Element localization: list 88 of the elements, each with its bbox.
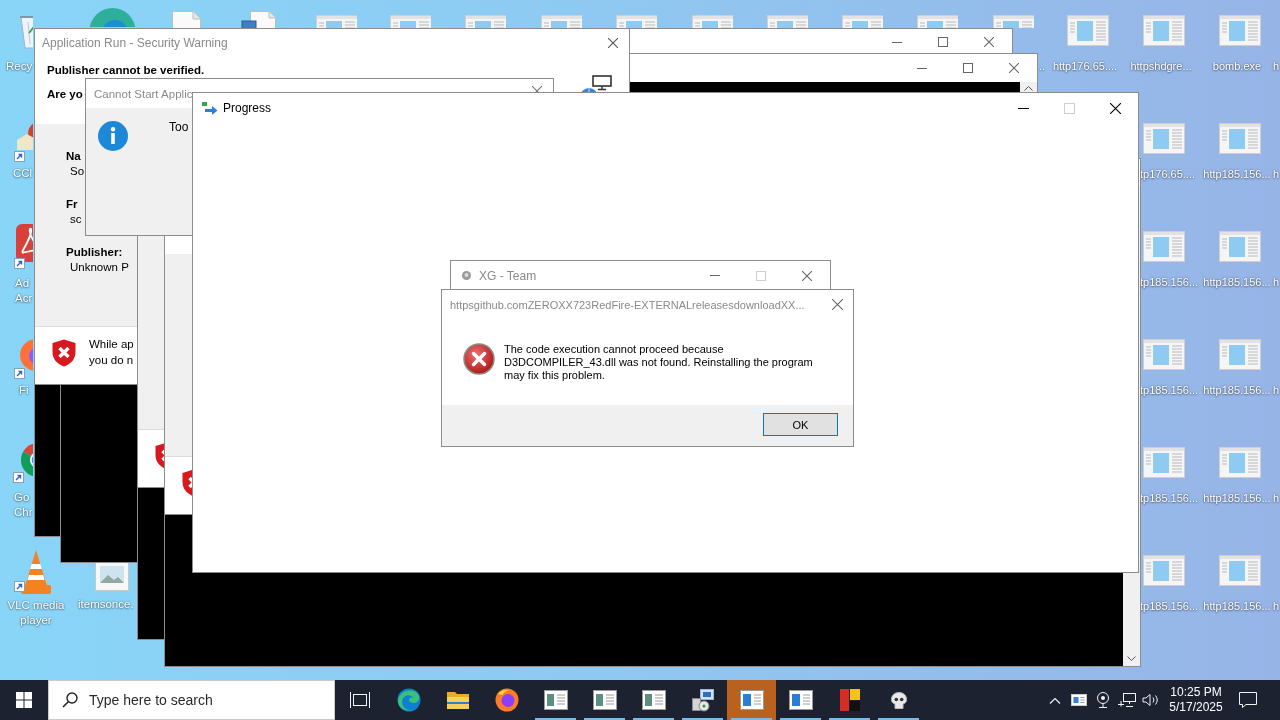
window-icon (788, 690, 813, 710)
window-title: XG - Team (479, 268, 537, 283)
maximize-icon (938, 37, 948, 47)
app-shortcut-icon[interactable] (14, 222, 33, 270)
clock-button[interactable]: 10:25 PM 5/17/2025 (1163, 680, 1229, 720)
minimize-icon (917, 67, 927, 69)
task-view-icon (349, 692, 370, 708)
field-label: Fr (66, 197, 78, 212)
error-icon (463, 343, 495, 375)
close-icon (984, 37, 994, 47)
tiles-icon (838, 688, 861, 712)
swirl-browser-icon (396, 688, 421, 712)
app-icon (462, 271, 471, 280)
desktop-icon-label[interactable]: http185.156... (1203, 167, 1271, 182)
desktop-icon-label[interactable]: h (1273, 275, 1280, 290)
window-title: Cannot Start Applic (94, 87, 193, 100)
desktop-icon-label[interactable]: http185.156... (1203, 275, 1271, 290)
desktop-icon-label[interactable]: VLC media player (0, 598, 72, 628)
desktop-icon-label[interactable]: h (1273, 167, 1280, 182)
dialog-heading: Publisher cannot be verified. (47, 63, 205, 77)
desktop-icon-label[interactable]: http176.65.... (1052, 59, 1118, 74)
speaker-icon (1142, 693, 1160, 707)
field-value: Unknown P (70, 260, 129, 275)
shield-x-icon (52, 339, 76, 367)
skull-icon (890, 691, 907, 709)
desktop-icon-label[interactable]: h (1273, 59, 1280, 74)
desktop-icon-label[interactable]: h (1273, 383, 1280, 398)
document-icon[interactable] (171, 10, 202, 28)
desktop-icon-label[interactable]: Go Chr (14, 490, 33, 520)
field-value: sc (70, 212, 82, 227)
error-message: The code execution cannot proceed because D3DCOMPILER_43.dll was not found. Reinstalling the program may fix this problem. (504, 343, 814, 382)
computer-disc-icon (690, 688, 715, 712)
speech-bubble-icon (1239, 692, 1257, 708)
search-icon (62, 692, 78, 708)
dialog-question: Are yo (47, 87, 83, 101)
window-icon (592, 690, 617, 710)
folder-icon (445, 690, 470, 710)
desktop-icon-label[interactable]: Ad Acr (15, 276, 33, 306)
fox-browser-icon (494, 688, 519, 712)
maximize-icon (1063, 102, 1075, 114)
desktop-icon-label[interactable]: h (1273, 599, 1280, 614)
field-label: Publisher: (66, 245, 123, 260)
desktop-icon-label[interactable]: itemsonce. (78, 597, 134, 612)
windows-logo-icon (16, 692, 32, 708)
maximize-icon (963, 63, 973, 73)
window-title: Progress (223, 101, 272, 115)
desktop-icon-label[interactable]: tp185.156... (1140, 491, 1199, 506)
info-icon (98, 121, 128, 151)
image-file-icon[interactable] (95, 561, 129, 591)
network-icon (1118, 693, 1136, 707)
maximize-icon (756, 270, 766, 281)
desktop-icon-label[interactable]: bomb.exe (1212, 59, 1262, 74)
desktop-icon-label[interactable]: Recy (6, 59, 33, 74)
desktop-icon-label[interactable]: Fi (19, 383, 29, 398)
window-icon (739, 690, 764, 710)
dialog-message: Too (169, 120, 189, 134)
desktop-icon-label[interactable]: http185.156... (1203, 491, 1271, 506)
window-icon (543, 690, 568, 710)
close-icon (1109, 102, 1121, 114)
field-label: Na (66, 149, 81, 164)
minimize-icon (892, 41, 902, 43)
chevron-up-icon (1049, 696, 1061, 704)
desktop-icon-label[interactable]: http185.156... (1203, 599, 1271, 614)
webcam-icon (1096, 692, 1110, 708)
close-icon (802, 270, 812, 281)
transfer-arrow-icon (202, 101, 218, 115)
field-value: So (70, 164, 85, 179)
desktop-icon-label[interactable]: http185.156... (1203, 383, 1271, 398)
desktop-icon-label[interactable]: h (1273, 491, 1280, 506)
desktop-icon-label[interactable]: tp185.156... (1140, 383, 1199, 398)
window-title: Application Run - Security Warning (42, 35, 228, 50)
search-field[interactable]: Type here to search (48, 680, 335, 720)
ok-button[interactable]: OK (763, 413, 838, 436)
minimize-icon (1017, 107, 1029, 109)
close-icon (831, 299, 843, 310)
close-icon (1009, 63, 1019, 73)
desktop-icon-label[interactable]: CCl (13, 166, 33, 181)
window-title: httpsgithub.comZEROXX723RedFire-EXTERNALreleasesdownloadXX... (450, 298, 805, 311)
window-icon (1071, 694, 1087, 706)
desktop-icon-label[interactable]: httpshdgre... (1130, 59, 1192, 74)
close-icon (608, 37, 618, 48)
desktop-icon-label[interactable]: tp185.156... (1140, 275, 1199, 290)
desktop-icon-label[interactable]: tp176.65.... (1140, 167, 1196, 182)
window-icon (641, 690, 666, 710)
warning-text: While ap you do n (89, 337, 135, 368)
minimize-icon (710, 275, 720, 276)
desktop-icon-label[interactable]: tp185.156... (1140, 599, 1199, 614)
desktop-icon-label[interactable]: .. (1039, 59, 1046, 74)
